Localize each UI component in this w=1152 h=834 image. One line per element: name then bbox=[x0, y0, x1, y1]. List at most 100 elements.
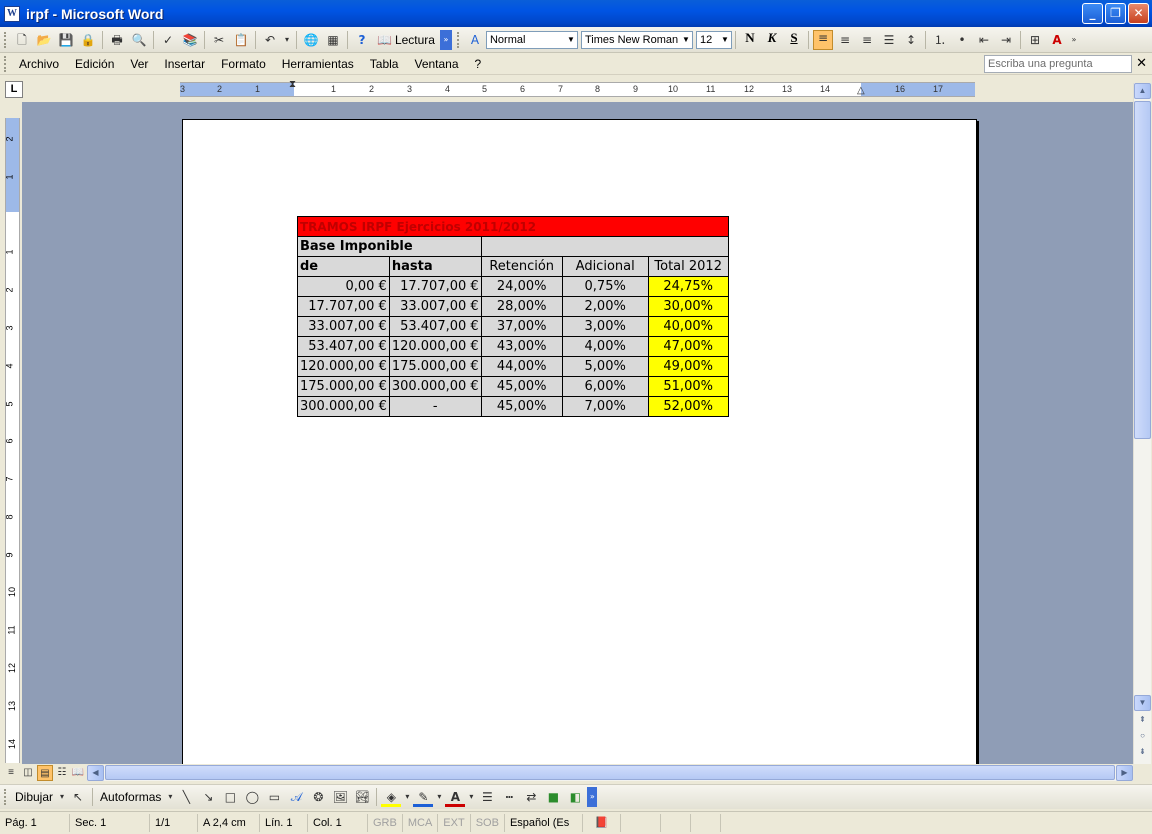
horizontal-scrollbar[interactable]: ◀ ▶ bbox=[87, 765, 1133, 781]
insert-picture-icon[interactable]: 🏞 bbox=[352, 787, 372, 807]
table-cell[interactable]: 3,00% bbox=[561, 316, 649, 337]
irpf-table[interactable]: TRAMOS IRPF Ejercicios 2011/2012 Base Im… bbox=[297, 216, 729, 417]
undo-icon[interactable]: ↶ bbox=[260, 30, 280, 50]
decrease-indent-icon[interactable]: ⇤ bbox=[974, 30, 994, 50]
menu-archivo[interactable]: Archivo bbox=[11, 57, 67, 71]
left-indent-marker-icon[interactable]: ⧗ bbox=[289, 79, 296, 90]
table-cell[interactable]: 7,00% bbox=[561, 396, 649, 417]
table-cell-total[interactable]: 51,00% bbox=[647, 376, 729, 397]
font-color-icon[interactable]: A bbox=[1047, 30, 1067, 50]
style-select[interactable]: Normal ▼ bbox=[485, 30, 578, 49]
horizontal-ruler[interactable]: 3 2 1 1 2 3 4 5 6 7 8 9 10 11 12 13 14 1… bbox=[180, 79, 975, 97]
table-cell[interactable]: 175.000,00 € bbox=[297, 376, 390, 397]
chevron-down-icon[interactable]: ▾ bbox=[435, 787, 443, 807]
menu-edicion[interactable]: Edición bbox=[67, 57, 122, 71]
vertical-ruler[interactable]: 2 1 1 2 3 4 5 6 7 8 9 10 11 12 13 14 bbox=[5, 118, 20, 763]
chevron-down-icon[interactable]: ▾ bbox=[403, 787, 411, 807]
scroll-right-icon[interactable]: ▶ bbox=[1116, 765, 1133, 781]
wordart-icon[interactable]: 𝒜 bbox=[286, 787, 306, 807]
status-overtype[interactable]: SOB bbox=[471, 814, 505, 832]
menu-insertar[interactable]: Insertar bbox=[156, 57, 213, 71]
table-cell[interactable]: 5,00% bbox=[561, 356, 649, 377]
font-color-icon[interactable]: A bbox=[445, 787, 466, 807]
table-cell[interactable]: 53.407,00 € bbox=[297, 336, 390, 357]
previous-page-icon[interactable]: ⇞ bbox=[1134, 713, 1151, 729]
dash-style-icon[interactable]: ┅ bbox=[499, 787, 519, 807]
chevron-down-icon[interactable]: ▾ bbox=[467, 787, 475, 807]
reading-view-icon[interactable]: 📖 bbox=[70, 765, 86, 781]
align-right-icon[interactable]: ≡ bbox=[857, 30, 877, 50]
table-cell[interactable]: 17.707,00 € bbox=[388, 276, 482, 297]
align-center-icon[interactable]: ≡ bbox=[835, 30, 855, 50]
toolbar-options-icon[interactable]: » bbox=[587, 787, 598, 807]
toolbar-options-icon[interactable]: » bbox=[439, 29, 452, 50]
menu-ayuda[interactable]: ? bbox=[467, 57, 490, 71]
line-color-icon[interactable]: ✎ bbox=[413, 787, 434, 807]
shadow-style-icon[interactable]: ■ bbox=[543, 787, 563, 807]
menu-grip[interactable] bbox=[4, 55, 7, 72]
table-cell[interactable]: 0,00 € bbox=[297, 276, 390, 297]
status-record-macro[interactable]: GRB bbox=[368, 814, 403, 832]
bold-button[interactable]: N bbox=[740, 30, 760, 50]
font-size-select[interactable]: 12 ▼ bbox=[695, 30, 732, 49]
word-app-icon[interactable]: W bbox=[4, 5, 20, 22]
tab-selector[interactable]: L bbox=[5, 81, 23, 98]
table-cell[interactable]: 0,75% bbox=[561, 276, 649, 297]
italic-button[interactable]: K bbox=[762, 30, 782, 50]
outline-view-icon[interactable]: ☷ bbox=[54, 765, 70, 781]
bullets-icon[interactable]: • bbox=[952, 30, 972, 50]
close-button[interactable]: ✕ bbox=[1128, 3, 1149, 24]
table-cell[interactable]: 120.000,00 € bbox=[297, 356, 390, 377]
horizontal-scroll-thumb[interactable] bbox=[105, 765, 1115, 780]
header-retencion[interactable]: Retención bbox=[480, 256, 563, 277]
vertical-scrollbar[interactable]: ▲ ▼ ⇞ ○ ⇟ bbox=[1133, 83, 1151, 764]
table-cell[interactable]: 33.007,00 € bbox=[297, 316, 390, 337]
insert-table-icon[interactable]: ▦ bbox=[323, 30, 343, 50]
print-icon[interactable]: 🖶 bbox=[107, 30, 127, 50]
text-box-icon[interactable]: ▭ bbox=[264, 787, 284, 807]
table-cell[interactable]: 33.007,00 € bbox=[388, 296, 482, 317]
vertical-scroll-thumb[interactable] bbox=[1134, 101, 1151, 439]
draw-menu-button[interactable]: Dibujar bbox=[11, 790, 57, 804]
table-cell[interactable]: 37,00% bbox=[480, 316, 563, 337]
toolbar-grip[interactable] bbox=[456, 31, 460, 48]
table-cell-total[interactable]: 30,00% bbox=[647, 296, 729, 317]
clip-art-icon[interactable]: 🖼 bbox=[330, 787, 350, 807]
oval-icon[interactable]: ◯ bbox=[242, 787, 262, 807]
line-spacing-icon[interactable]: ↕ bbox=[901, 30, 921, 50]
table-cell[interactable] bbox=[480, 236, 729, 257]
underline-button[interactable]: S bbox=[784, 30, 804, 50]
minimize-button[interactable]: _ bbox=[1082, 3, 1103, 24]
table-cell[interactable]: 300.000,00 € bbox=[388, 376, 482, 397]
table-cell[interactable]: 120.000,00 € bbox=[388, 336, 482, 357]
menu-formato[interactable]: Formato bbox=[213, 57, 274, 71]
table-cell[interactable]: 2,00% bbox=[561, 296, 649, 317]
table-cell[interactable]: 53.407,00 € bbox=[388, 316, 482, 337]
research-icon[interactable]: 📚 bbox=[180, 30, 200, 50]
font-select[interactable]: Times New Roman ▼ bbox=[580, 30, 693, 49]
fill-color-icon[interactable]: ◈ bbox=[381, 787, 402, 807]
table-cell[interactable]: 28,00% bbox=[480, 296, 563, 317]
table-cell[interactable]: 300.000,00 € bbox=[297, 396, 390, 417]
toolbar-options-icon[interactable]: » bbox=[1069, 30, 1079, 50]
toolbar-grip[interactable] bbox=[4, 31, 7, 48]
status-track-changes[interactable]: MCA bbox=[403, 814, 439, 832]
scroll-up-icon[interactable]: ▲ bbox=[1134, 83, 1151, 99]
table-cell[interactable]: 45,00% bbox=[480, 396, 563, 417]
document-page[interactable]: TRAMOS IRPF Ejercicios 2011/2012 Base Im… bbox=[182, 119, 977, 764]
table-cell[interactable]: 43,00% bbox=[480, 336, 563, 357]
menu-tabla[interactable]: Tabla bbox=[362, 57, 407, 71]
arrow-icon[interactable]: ↘ bbox=[198, 787, 218, 807]
table-cell-total[interactable]: 24,75% bbox=[647, 276, 729, 297]
normal-view-icon[interactable]: ≡ bbox=[3, 765, 19, 781]
web-view-icon[interactable]: ◫ bbox=[20, 765, 36, 781]
table-cell[interactable]: 24,00% bbox=[480, 276, 563, 297]
borders-icon[interactable]: ⊞ bbox=[1025, 30, 1045, 50]
next-page-icon[interactable]: ⇟ bbox=[1134, 745, 1151, 761]
table-cell-total[interactable]: 49,00% bbox=[647, 356, 729, 377]
arrow-style-icon[interactable]: ⇄ bbox=[521, 787, 541, 807]
table-cell[interactable]: 17.707,00 € bbox=[297, 296, 390, 317]
table-cell[interactable]: 45,00% bbox=[480, 376, 563, 397]
diagram-icon[interactable]: ❂ bbox=[308, 787, 328, 807]
close-document-icon[interactable]: ✕ bbox=[1136, 55, 1147, 71]
